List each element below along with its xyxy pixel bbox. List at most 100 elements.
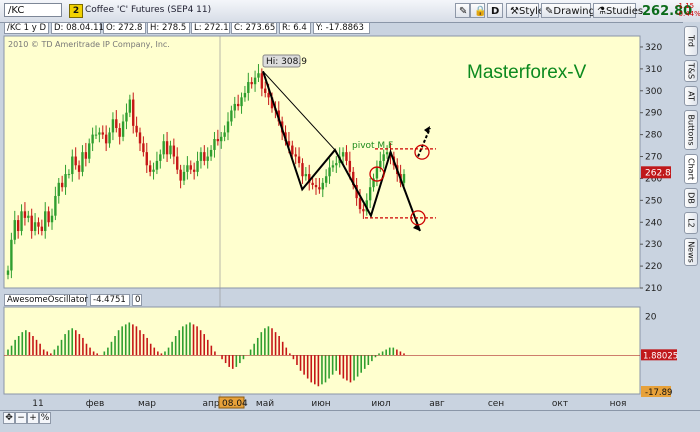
candle-body: [91, 134, 94, 144]
candle-body: [60, 182, 64, 188]
candle-body: [37, 222, 40, 227]
oscillator-name[interactable]: AwesomeOscillator: [4, 294, 88, 306]
candle-body: [67, 174, 71, 176]
candle-body: [182, 171, 186, 181]
current-price-label: 262.8: [645, 168, 671, 178]
candle-body: [84, 152, 88, 159]
y-tick-label: 270: [645, 153, 662, 163]
oscillator-value: -4.4751: [90, 294, 130, 306]
zoom-in-icon[interactable]: +: [27, 412, 39, 424]
y-tick-label: 250: [645, 196, 662, 206]
candle-body: [243, 92, 247, 98]
x-tick-label: апр: [202, 399, 219, 409]
candle-body: [226, 121, 230, 133]
candle-body: [192, 169, 196, 172]
candle-body: [104, 134, 108, 144]
candle-body: [186, 165, 189, 172]
candle-body: [189, 165, 192, 170]
oscillator-min-label: -17.89: [645, 388, 672, 398]
candle-body: [108, 132, 111, 144]
candle-body: [159, 154, 162, 161]
sidebar-tab-news[interactable]: News: [684, 238, 698, 266]
candle-body: [236, 103, 240, 107]
zoom-out-icon[interactable]: −: [15, 412, 27, 424]
candle-body: [230, 110, 233, 122]
sidebar-tab-at[interactable]: AT: [684, 86, 698, 106]
x-tick-label: июл: [371, 399, 390, 409]
sidebar-tab-buttons[interactable]: Buttons: [684, 110, 698, 150]
candle-body: [98, 132, 101, 135]
candle-body: [111, 119, 115, 133]
sidebar-tab-trd[interactable]: Trd: [684, 26, 698, 56]
candle-body: [138, 132, 142, 144]
x-tick-label: окт: [552, 399, 568, 409]
candle-body: [294, 154, 297, 157]
candle-body: [33, 222, 37, 232]
sidebar-tab-label: Chart: [686, 158, 696, 180]
x-tick-label: сен: [488, 399, 504, 409]
candle-body: [50, 215, 54, 223]
candle-body: [54, 195, 57, 216]
candle-body: [142, 143, 145, 153]
candle-body: [216, 138, 220, 142]
candle-body: [341, 152, 345, 157]
candle-body: [328, 167, 331, 177]
candle-body: [223, 132, 226, 137]
percent-icon[interactable]: %: [39, 412, 51, 424]
candle-body: [206, 156, 209, 161]
candle-body: [220, 136, 223, 142]
candle-body: [20, 211, 23, 232]
y-tick-label: 290: [645, 109, 662, 119]
candle-body: [176, 156, 179, 170]
candle-body: [209, 149, 213, 157]
candle-body: [385, 152, 389, 155]
candle-body: [88, 143, 91, 159]
candle-body: [250, 82, 253, 85]
candle-body: [27, 215, 30, 218]
sidebar-tab-label: Trd: [686, 35, 696, 47]
pivot-label: pivot M F: [352, 141, 393, 151]
chart-canvas[interactable]: 210220230240250260270280290300310320Mast…: [0, 0, 683, 410]
candle-body: [118, 128, 121, 137]
candle-body: [145, 152, 148, 166]
sidebar-tab-label: News: [686, 241, 696, 263]
candle-body: [314, 185, 318, 188]
oscillator-last-label: 1.88025: [643, 351, 678, 361]
candle-body: [172, 145, 176, 157]
candle-body: [247, 82, 250, 93]
y-tick-label: 240: [645, 218, 662, 228]
sidebar-tab-db[interactable]: DB: [684, 188, 698, 208]
candle-body: [152, 169, 155, 172]
sidebar-tab-l2[interactable]: L2: [684, 212, 698, 234]
candle-body: [81, 152, 84, 172]
sidebar-tab-chart[interactable]: Chart: [684, 154, 698, 184]
x-tick-label: мар: [138, 399, 156, 409]
x-tick-label: 11: [32, 399, 43, 409]
candle-body: [257, 73, 260, 78]
candle-body: [196, 160, 199, 172]
candle-body: [233, 103, 236, 111]
y-tick-label: 230: [645, 240, 662, 250]
y-tick-label: 310: [645, 65, 662, 75]
sidebar-tab-ts[interactable]: T&S: [684, 60, 698, 82]
candle-body: [362, 209, 365, 212]
candle-body: [179, 169, 182, 181]
copyright-text: 2010 © TD Ameritrade IP Company, Inc.: [8, 40, 170, 49]
candle-body: [155, 160, 159, 170]
candle-body: [318, 187, 321, 190]
right-sidebar: Trd T&S AT Buttons Chart DB L2 News: [683, 22, 700, 407]
candle-body: [47, 211, 50, 223]
candle-body: [358, 198, 362, 210]
x-tick-label: авг: [429, 399, 445, 409]
sidebar-tab-label: L2: [686, 218, 696, 228]
oscillator-tick-label: 20: [645, 313, 657, 323]
candle-body: [379, 160, 382, 168]
candle-body: [165, 141, 169, 155]
candle-body: [297, 156, 301, 164]
candle-body: [291, 145, 294, 155]
sidebar-tab-label: AT: [686, 91, 696, 101]
pan-icon[interactable]: ✥: [3, 412, 15, 424]
candle-body: [74, 156, 77, 166]
candle-body: [125, 112, 128, 122]
candle-body: [13, 220, 16, 240]
